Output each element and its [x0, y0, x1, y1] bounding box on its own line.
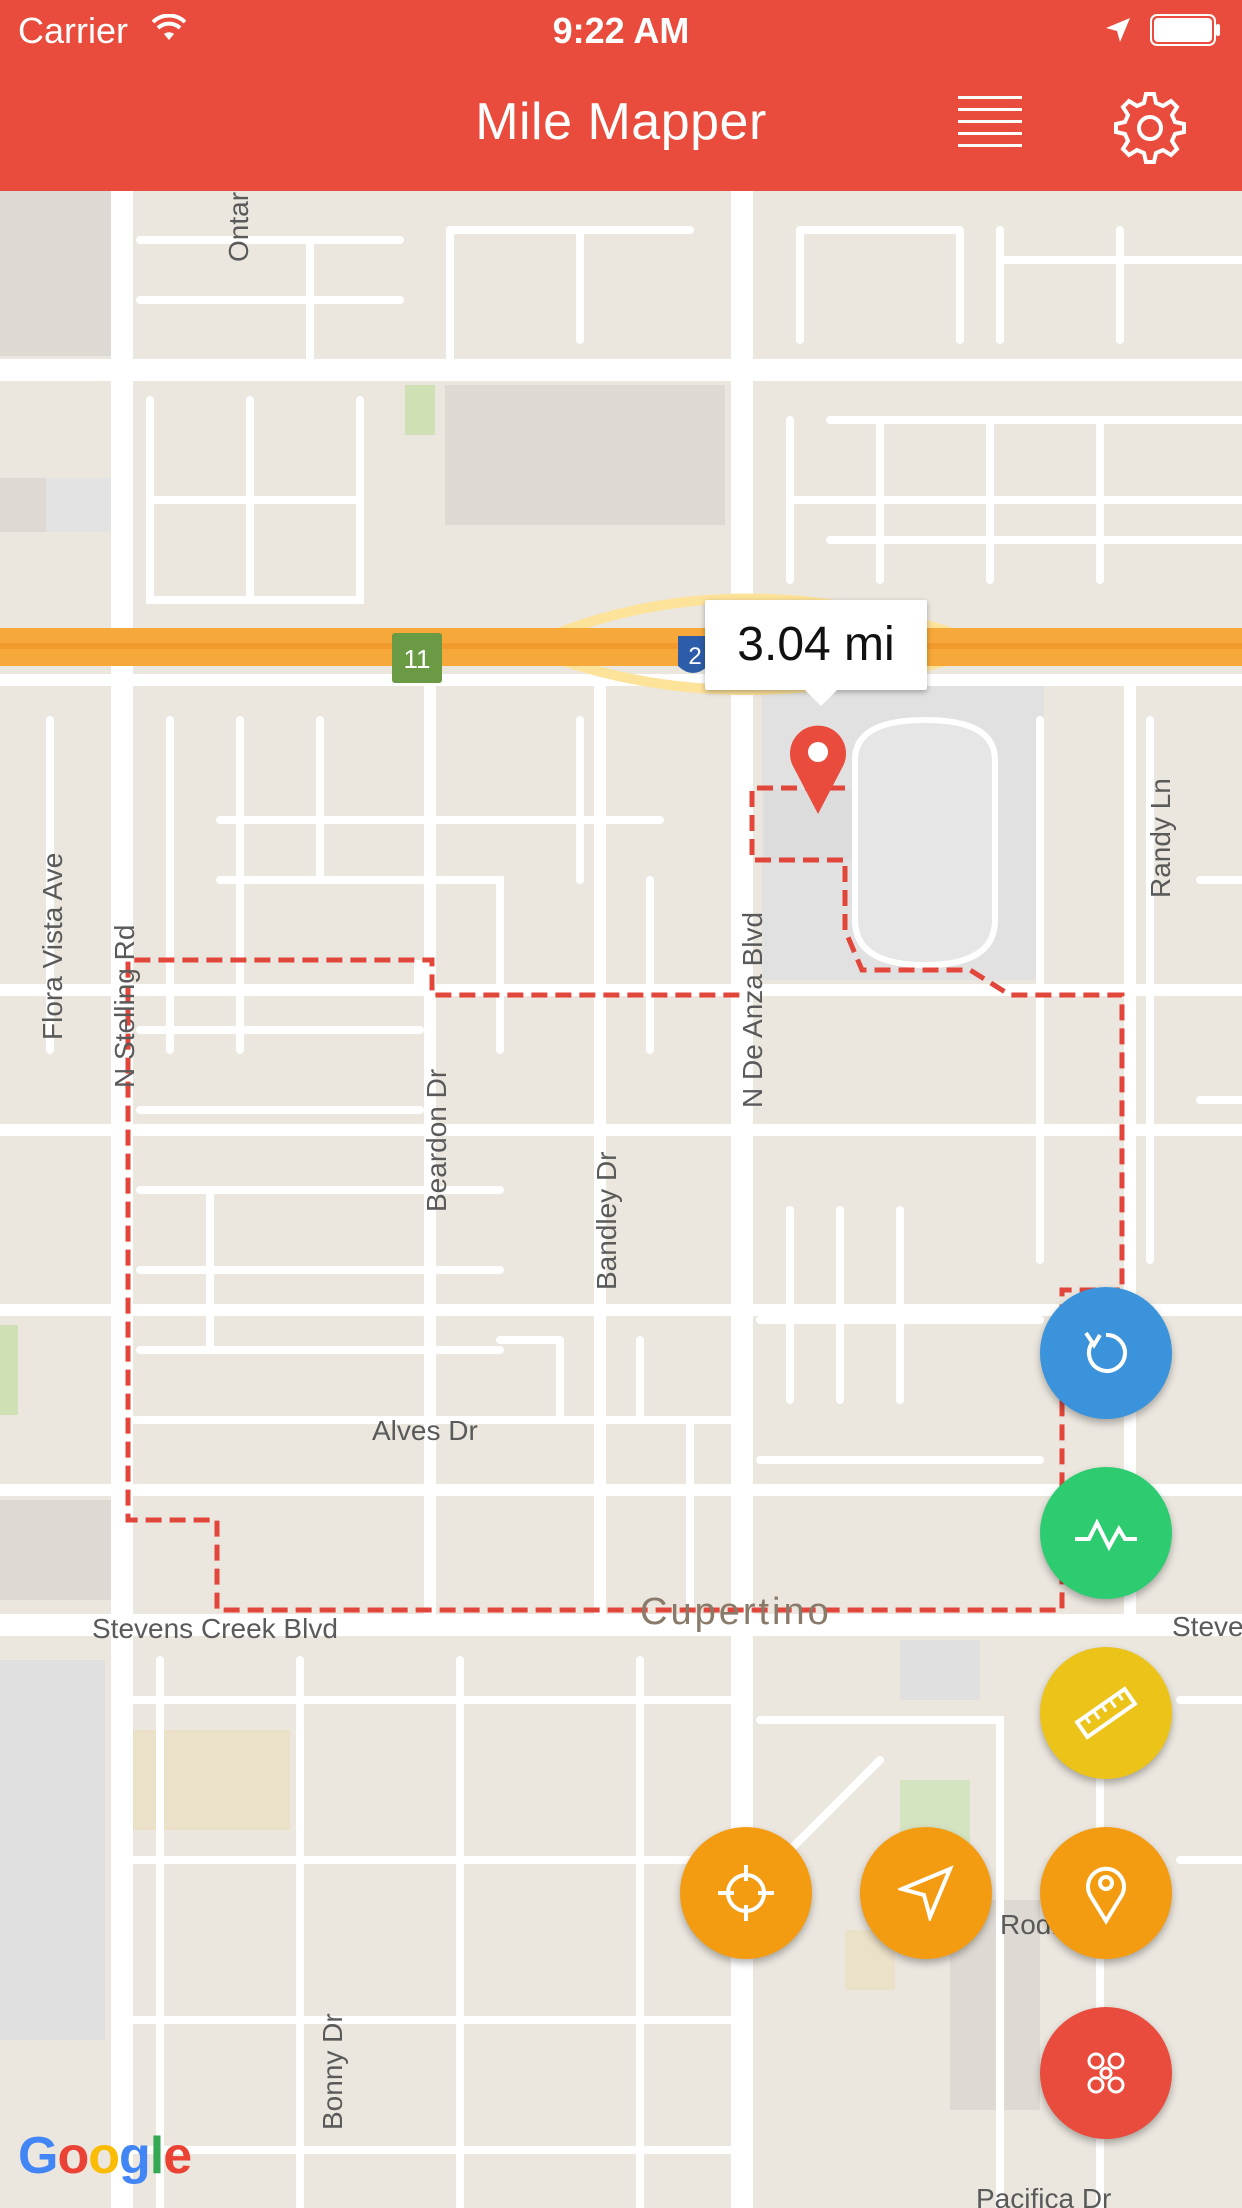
- location-arrow-icon: [1104, 16, 1132, 49]
- elevation-chart-icon: [1075, 1518, 1137, 1552]
- street-label: Flora Vista Ave: [37, 853, 68, 1040]
- gear-icon: [1114, 92, 1186, 164]
- battery-icon: [1150, 14, 1222, 51]
- elevation-button[interactable]: [1040, 1467, 1172, 1599]
- street-label: Pacifica Dr: [976, 2183, 1111, 2208]
- reset-icon: [1084, 1331, 1127, 1373]
- map-pin-icon: [1086, 1866, 1126, 1925]
- street-label: Randy Ln: [1145, 778, 1176, 898]
- street-label: Stevens Creek Blvd: [92, 1613, 338, 1644]
- street-label: Alves Dr: [372, 1415, 478, 1446]
- locate-me-button[interactable]: [680, 1827, 812, 1959]
- street-label: Bonny Dr: [317, 2013, 348, 2130]
- city-label: Cupertino: [640, 1591, 832, 1633]
- ruler-icon: [1074, 1686, 1138, 1740]
- list-button[interactable]: [956, 92, 1032, 152]
- street-label: Steve: [1172, 1611, 1242, 1642]
- reset-button[interactable]: [1040, 1287, 1172, 1419]
- measure-button[interactable]: [1040, 1647, 1172, 1779]
- settings-button[interactable]: [1110, 88, 1190, 168]
- distance-callout: 3.04 mi: [705, 600, 927, 706]
- navigation-arrow-icon: [898, 1865, 954, 1921]
- street-label: Ontar: [223, 192, 254, 262]
- cluster-menu-icon: [1087, 2052, 1125, 2094]
- drop-pin-button[interactable]: [1040, 1827, 1172, 1959]
- street-label: Bandley Dr: [591, 1151, 622, 1290]
- google-logo: Google: [18, 2127, 192, 2185]
- navigate-button[interactable]: [860, 1827, 992, 1959]
- street-label: Beardon Dr: [421, 1069, 452, 1212]
- list-icon: [958, 96, 1022, 147]
- app-header: Carrier 9:22 AM Mile Mapper: [0, 0, 1242, 191]
- status-bar: Carrier 9:22 AM: [0, 0, 1242, 62]
- interstate-shield-label: 2: [688, 643, 701, 670]
- status-time: 9:22 AM: [552, 10, 690, 51]
- map-pin-marker[interactable]: [786, 720, 850, 821]
- app-title: Mile Mapper: [475, 93, 767, 151]
- street-label: N De Anza Blvd: [737, 912, 768, 1108]
- crosshair-icon: [718, 1865, 774, 1921]
- street-label: N Stelling Rd: [109, 925, 140, 1088]
- highway-shield-label: 11: [404, 644, 431, 674]
- map-pin-icon: [790, 725, 846, 814]
- menu-button[interactable]: [1040, 2007, 1172, 2139]
